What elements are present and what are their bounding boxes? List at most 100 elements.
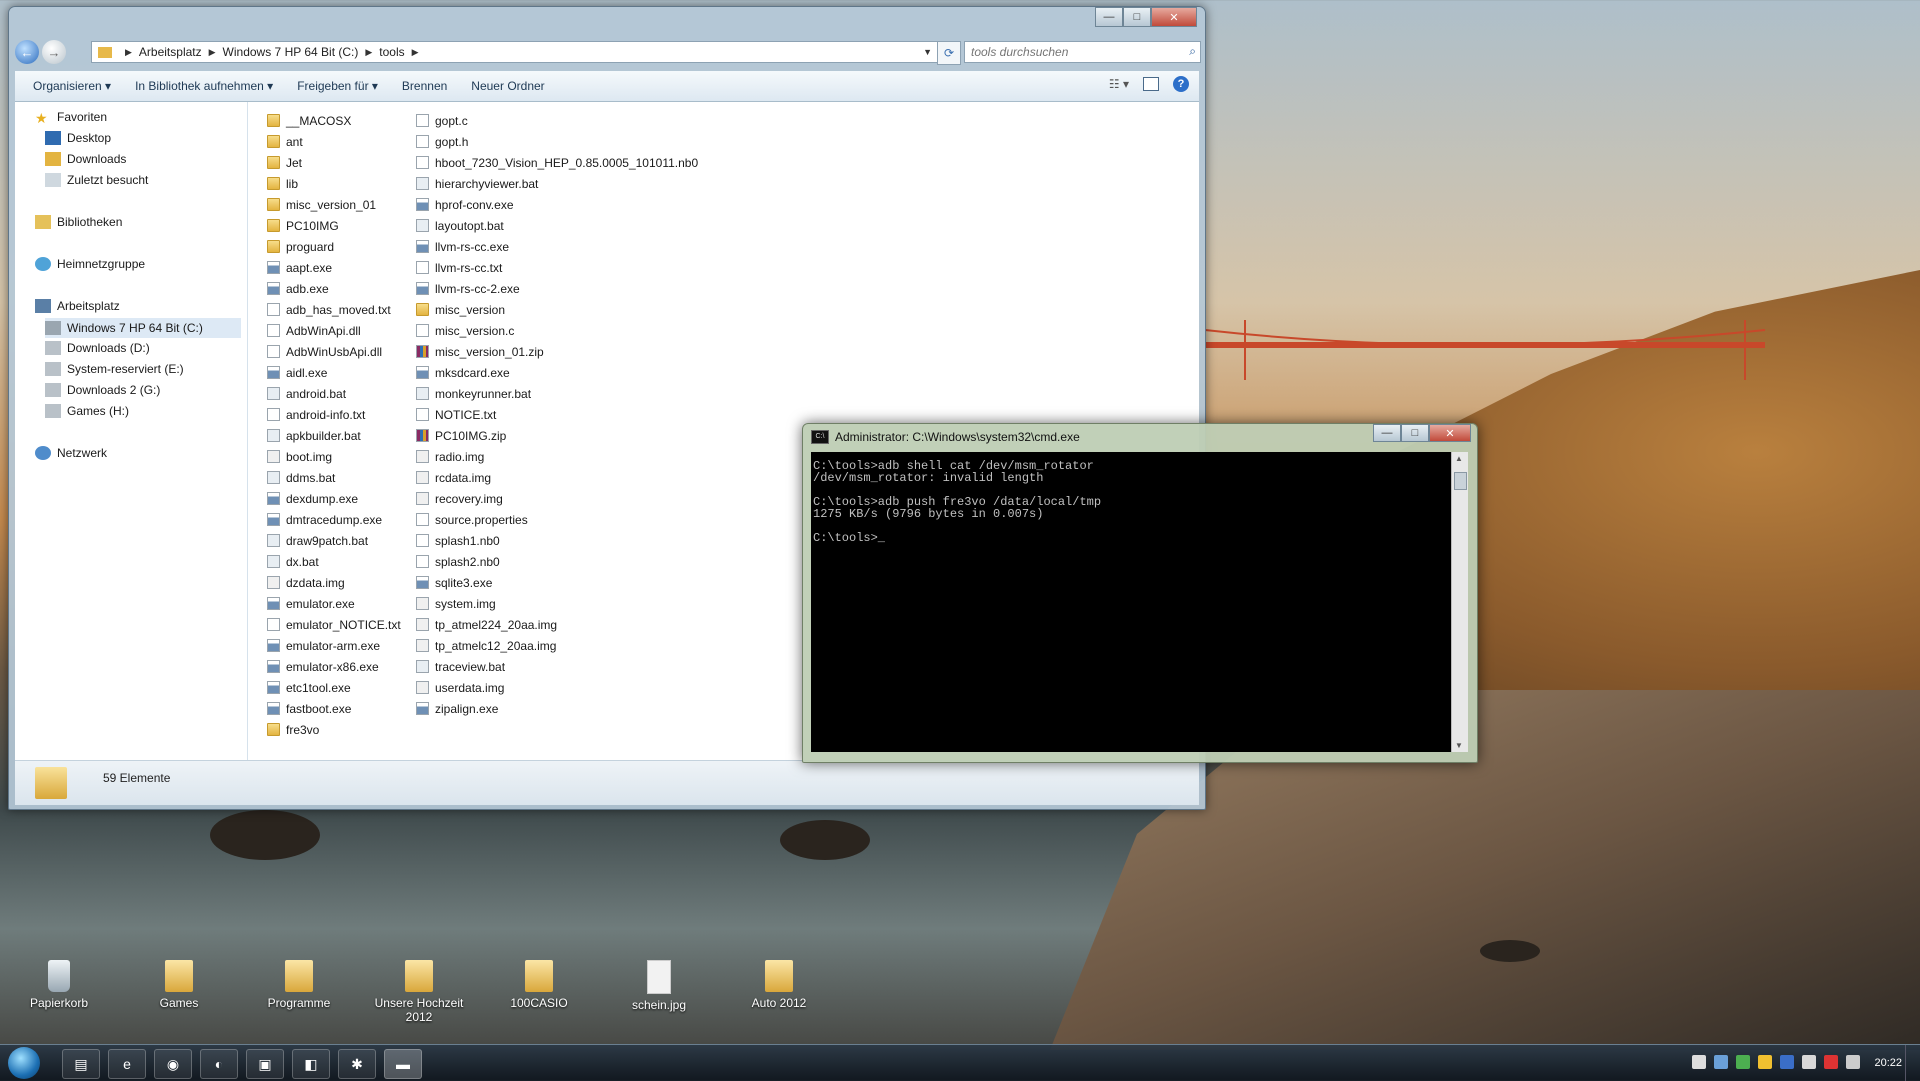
file-item[interactable]: misc_version <box>416 299 698 320</box>
nav-drive-d[interactable]: Downloads (D:) <box>45 341 150 355</box>
file-item[interactable]: llvm-rs-cc-2.exe <box>416 278 698 299</box>
file-item[interactable]: adb_has_moved.txt <box>267 299 401 320</box>
scroll-thumb[interactable] <box>1454 472 1467 490</box>
scroll-up-icon[interactable]: ▲ <box>1455 454 1463 463</box>
tray-icon[interactable] <box>1758 1055 1772 1069</box>
file-item[interactable]: Jet <box>267 152 401 173</box>
maximize-button[interactable]: □ <box>1123 7 1151 27</box>
nav-network[interactable]: Netzwerk <box>35 446 107 460</box>
file-item[interactable]: adb.exe <box>267 278 401 299</box>
show-desktop-button[interactable] <box>1905 1045 1920 1081</box>
file-item[interactable]: AdbWinApi.dll <box>267 320 401 341</box>
help-icon[interactable]: ? <box>1173 76 1189 92</box>
nav-libraries[interactable]: Bibliotheken <box>35 215 122 229</box>
close-button[interactable]: ✕ <box>1151 7 1197 27</box>
file-item[interactable]: traceview.bat <box>416 656 698 677</box>
desktop-icon-programme[interactable]: Programme <box>244 960 354 1010</box>
file-item[interactable]: NOTICE.txt <box>416 404 698 425</box>
file-item[interactable]: tp_atmel224_20aa.img <box>416 614 698 635</box>
file-item[interactable]: recovery.img <box>416 488 698 509</box>
file-item[interactable]: llvm-rs-cc.txt <box>416 257 698 278</box>
chrome-task-icon[interactable]: ◉ <box>154 1049 192 1079</box>
firefox-task-icon[interactable]: ◐ <box>200 1049 238 1079</box>
maximize-button[interactable]: □ <box>1401 424 1429 442</box>
file-item[interactable]: PC10IMG <box>267 215 401 236</box>
desktop-icon-100casio[interactable]: 100CASIO <box>484 960 594 1010</box>
nav-recent[interactable]: Zuletzt besucht <box>45 173 148 187</box>
file-item[interactable]: monkeyrunner.bat <box>416 383 698 404</box>
green-app-task-icon[interactable]: ✱ <box>338 1049 376 1079</box>
file-item[interactable]: hboot_7230_Vision_HEP_0.85.0005_101011.n… <box>416 152 698 173</box>
file-item[interactable]: hierarchyviewer.bat <box>416 173 698 194</box>
file-item[interactable]: aidl.exe <box>267 362 401 383</box>
file-item[interactable]: fre3vo <box>267 719 401 740</box>
breadcrumb-item[interactable]: Windows 7 HP 64 Bit (C:) <box>223 45 359 59</box>
file-item[interactable]: ddms.bat <box>267 467 401 488</box>
console-scrollbar[interactable]: ▲ ▼ <box>1451 452 1468 752</box>
file-item[interactable]: draw9patch.bat <box>267 530 401 551</box>
desktop-icon-recycle-bin[interactable]: Papierkorb <box>4 960 114 1010</box>
nav-favorites[interactable]: ★ Favoriten <box>35 110 107 126</box>
file-item[interactable]: PC10IMG.zip <box>416 425 698 446</box>
file-item[interactable]: emulator_NOTICE.txt <box>267 614 401 635</box>
search-icon[interactable]: ⌕ <box>1189 44 1196 59</box>
search-input[interactable] <box>965 42 1173 62</box>
file-item[interactable]: llvm-rs-cc.exe <box>416 236 698 257</box>
file-item[interactable]: android.bat <box>267 383 401 404</box>
file-item[interactable]: fastboot.exe <box>267 698 401 719</box>
cmd-window[interactable]: C:\ Administrator: C:\Windows\system32\c… <box>802 423 1478 763</box>
breadcrumb-item[interactable]: Arbeitsplatz <box>139 45 202 59</box>
library-menu[interactable]: In Bibliothek aufnehmen ▾ <box>135 79 273 93</box>
tray-icon[interactable] <box>1802 1055 1816 1069</box>
file-item[interactable]: emulator-x86.exe <box>267 656 401 677</box>
file-item[interactable]: dzdata.img <box>267 572 401 593</box>
file-item[interactable]: layoutopt.bat <box>416 215 698 236</box>
file-item[interactable]: boot.img <box>267 446 401 467</box>
file-item[interactable]: emulator.exe <box>267 593 401 614</box>
file-item[interactable]: apkbuilder.bat <box>267 425 401 446</box>
breadcrumb-item[interactable]: tools <box>379 45 404 59</box>
desktop-icon-auto[interactable]: Auto 2012 <box>724 960 834 1010</box>
tray-icon[interactable] <box>1714 1055 1728 1069</box>
file-item[interactable]: proguard <box>267 236 401 257</box>
file-item[interactable]: source.properties <box>416 509 698 530</box>
organize-menu[interactable]: Organisieren ▾ <box>33 79 111 93</box>
file-item[interactable]: emulator-arm.exe <box>267 635 401 656</box>
tray-icon[interactable] <box>1736 1055 1750 1069</box>
file-item[interactable]: misc_version_01 <box>267 194 401 215</box>
ie-task-icon[interactable]: e <box>108 1049 146 1079</box>
file-item[interactable]: tp_atmelc12_20aa.img <box>416 635 698 656</box>
cmd-task-icon[interactable]: ▬ <box>384 1049 422 1079</box>
file-item[interactable]: dexdump.exe <box>267 488 401 509</box>
burn-button[interactable]: Brennen <box>402 79 447 93</box>
nav-downloads[interactable]: Downloads <box>45 152 126 166</box>
media-task-icon[interactable]: ▣ <box>246 1049 284 1079</box>
nav-desktop[interactable]: Desktop <box>45 131 111 145</box>
forward-button[interactable]: → <box>42 40 66 64</box>
nav-drive-g[interactable]: Downloads 2 (G:) <box>45 383 160 397</box>
file-item[interactable]: dmtracedump.exe <box>267 509 401 530</box>
file-item[interactable]: misc_version.c <box>416 320 698 341</box>
file-item[interactable]: splash2.nb0 <box>416 551 698 572</box>
refresh-button[interactable]: ⟳ <box>937 41 961 65</box>
file-item[interactable]: gopt.c <box>416 110 698 131</box>
file-item[interactable]: __MACOSX <box>267 110 401 131</box>
tray-icon[interactable] <box>1780 1055 1794 1069</box>
tray-icon[interactable] <box>1692 1055 1706 1069</box>
nav-drive-h[interactable]: Games (H:) <box>45 404 129 418</box>
file-item[interactable]: userdata.img <box>416 677 698 698</box>
console-output[interactable]: C:\tools>adb shell cat /dev/msm_rotator /… <box>811 452 1451 752</box>
search-box[interactable]: ⌕ <box>964 41 1201 63</box>
file-item[interactable]: aapt.exe <box>267 257 401 278</box>
file-item[interactable]: etc1tool.exe <box>267 677 401 698</box>
file-item[interactable]: ant <box>267 131 401 152</box>
nav-homegroup[interactable]: Heimnetzgruppe <box>35 257 145 271</box>
close-button[interactable]: ✕ <box>1429 424 1471 442</box>
start-button[interactable] <box>8 1047 40 1079</box>
file-item[interactable]: rcdata.img <box>416 467 698 488</box>
address-bar[interactable]: ▶ Arbeitsplatz ▶ Windows 7 HP 64 Bit (C:… <box>91 41 939 63</box>
nav-drive-e[interactable]: System-reserviert (E:) <box>45 362 184 376</box>
file-item[interactable]: android-info.txt <box>267 404 401 425</box>
volume-icon[interactable] <box>1846 1055 1860 1069</box>
preview-pane-icon[interactable] <box>1143 77 1159 91</box>
